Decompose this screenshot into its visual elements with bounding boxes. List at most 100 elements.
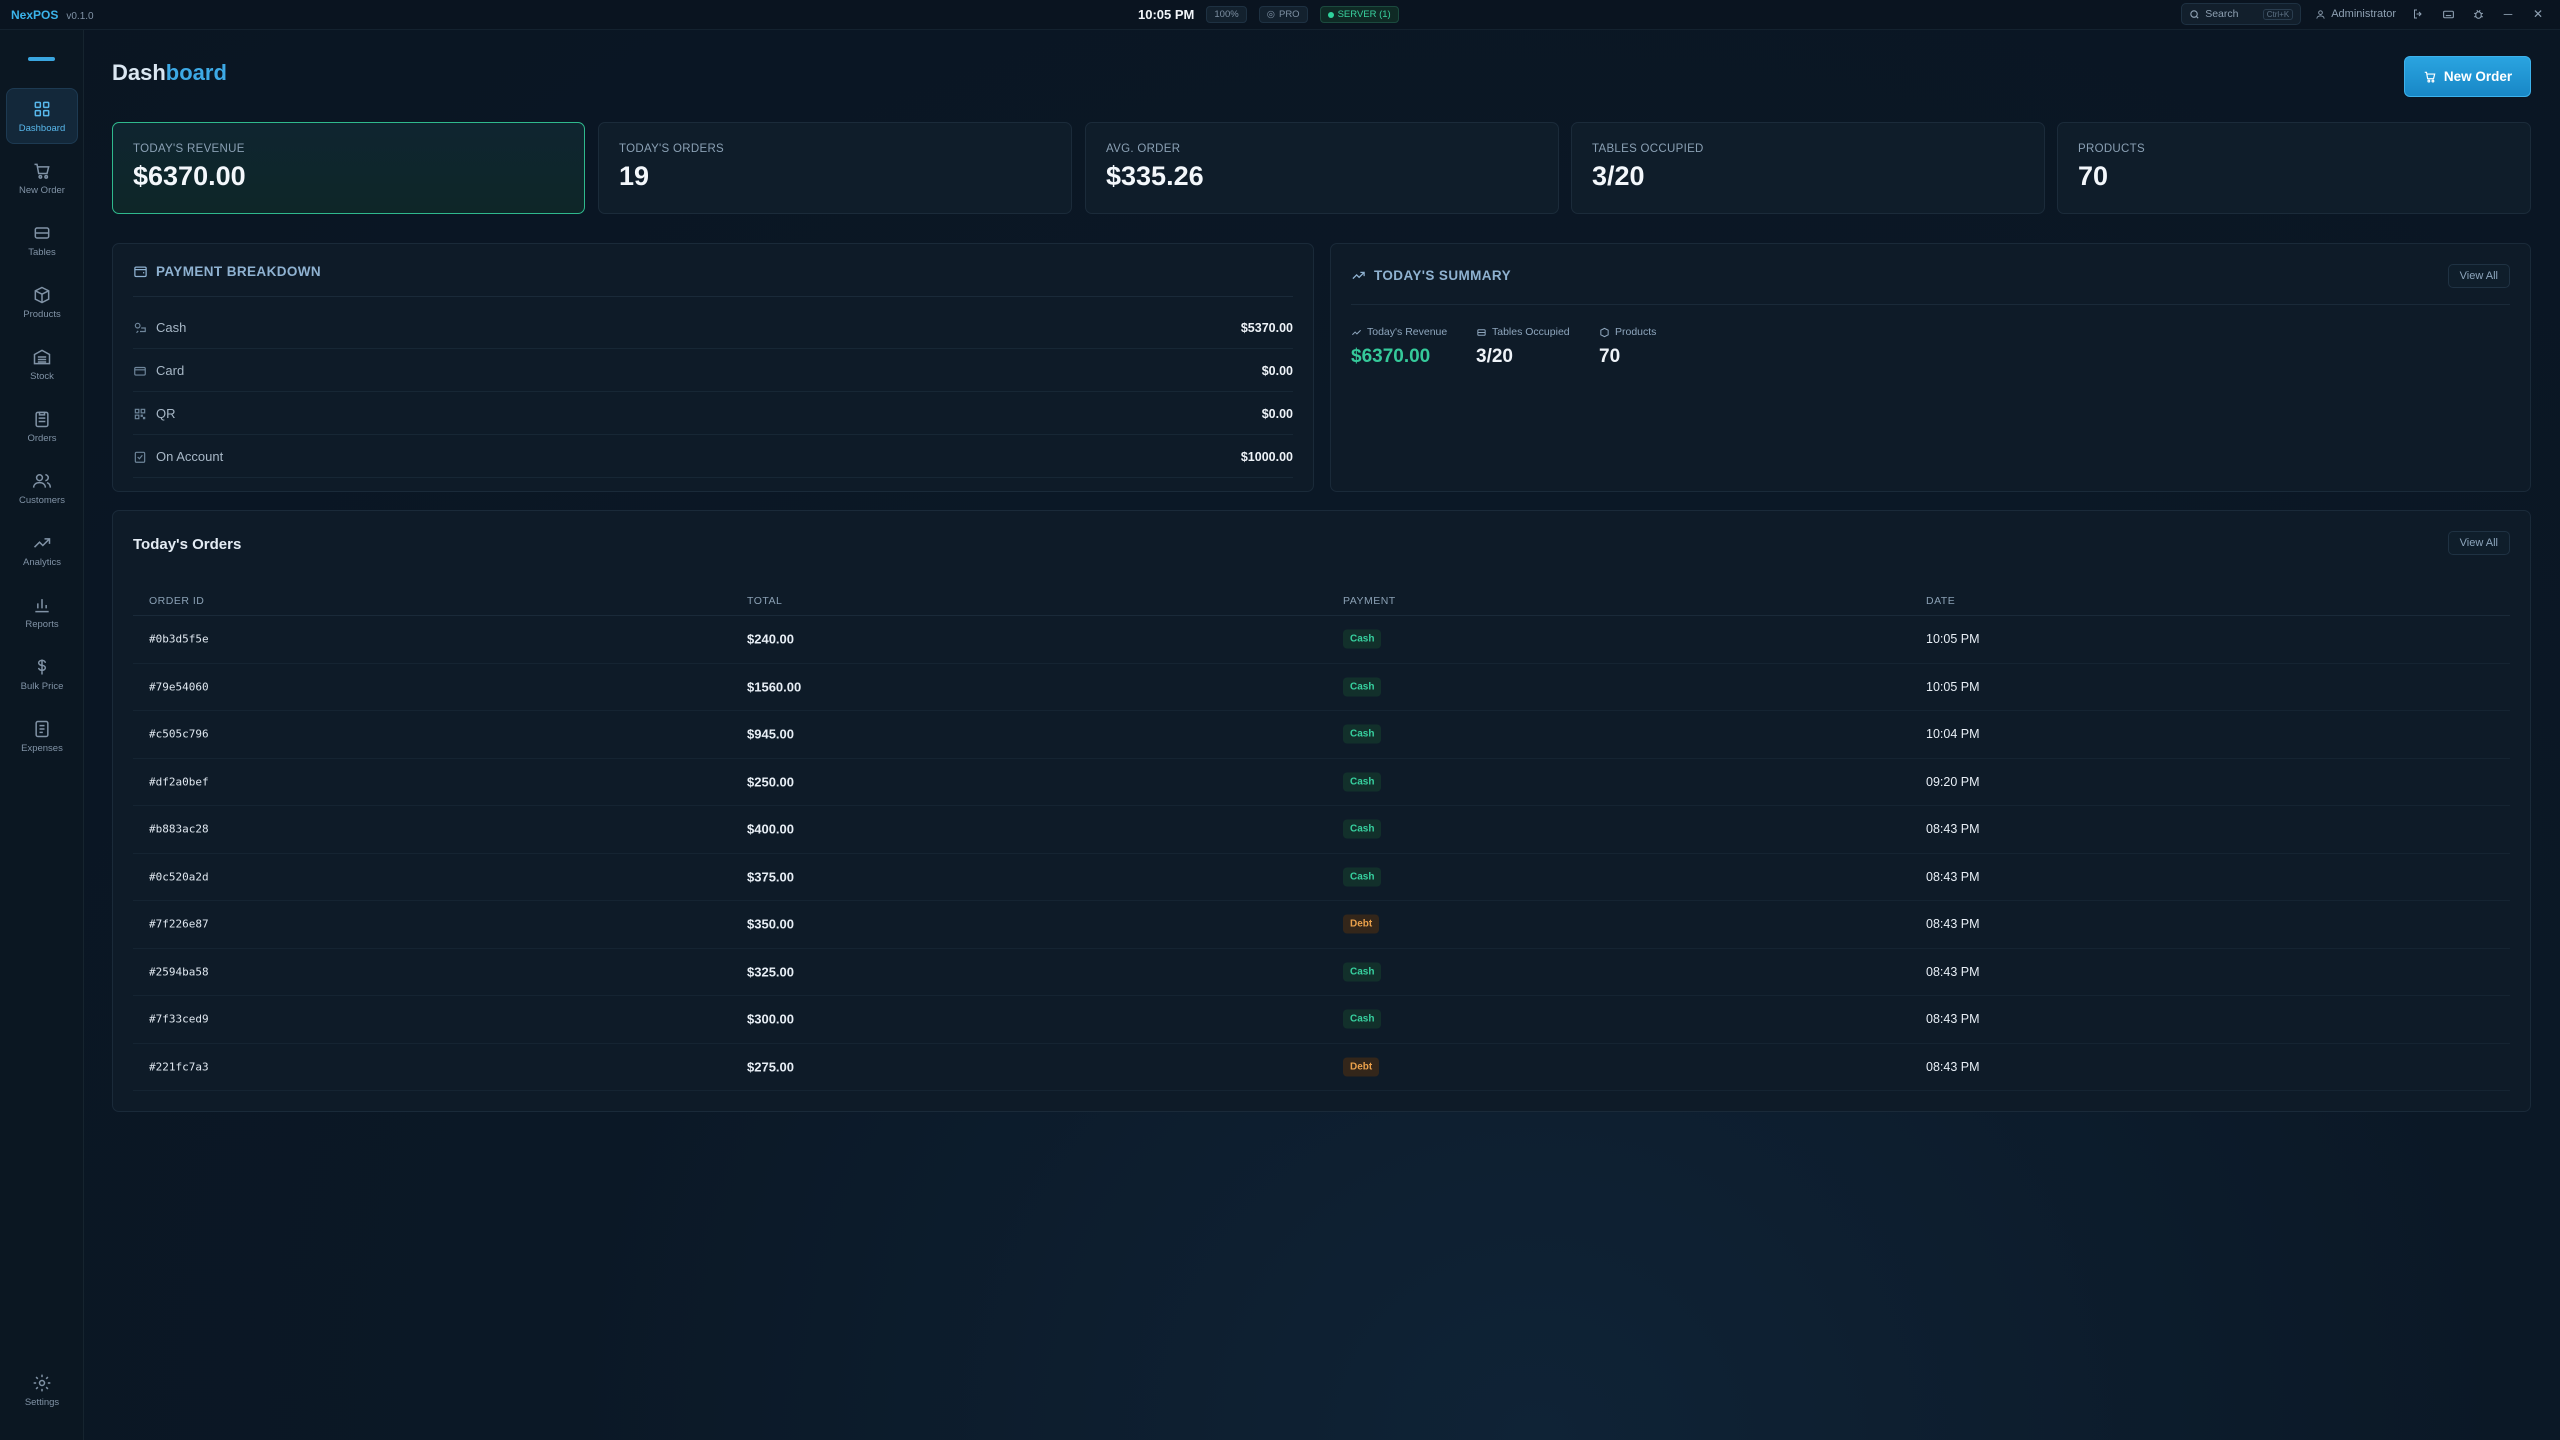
payment-amount: $0.00 (1261, 406, 1293, 421)
order-id[interactable]: #7f226e87 (149, 918, 209, 931)
user-icon (2316, 9, 2325, 19)
payment-row-on-account: On Account $1000.00 (133, 436, 1293, 478)
summary-tables: Tables Occupied 3/20 (1476, 326, 1570, 368)
gear-icon (33, 1374, 51, 1391)
sidebar-item-dashboard[interactable]: Dashboard (6, 88, 78, 144)
sidebar-item-tables[interactable]: Tables (6, 212, 78, 268)
search-input[interactable]: Search Ctrl+K (2181, 3, 2302, 25)
order-id[interactable]: #2594ba58 (149, 965, 209, 978)
sidebar-item-new-order[interactable]: New Order (6, 150, 78, 206)
order-id[interactable]: #79e54060 (149, 680, 209, 693)
sidebar-item-customers[interactable]: Customers (6, 460, 78, 516)
warehouse-icon (33, 348, 51, 364)
summary-products: Products 70 (1599, 326, 1656, 368)
payment-cell: Cash (1343, 772, 1382, 792)
zoom-badge[interactable]: 100% (1206, 6, 1247, 23)
sidebar-item-bulk-price[interactable]: Bulk Price (6, 646, 78, 702)
stat-card-avg-order[interactable]: AVG. ORDER $335.26 (1085, 122, 1559, 214)
payment-cell: Cash (1343, 819, 1382, 839)
payment-badge: Cash (1343, 629, 1382, 649)
sidebar-item-reports[interactable]: Reports (6, 584, 78, 640)
sidebar-item-label: Stock (30, 370, 54, 382)
status-cluster: 10:05 PM 100% ◎ PRO SERVER (1) (1138, 6, 1399, 23)
stat-label: AVG. ORDER (1106, 143, 1181, 155)
payment-badge: Cash (1343, 677, 1382, 697)
stat-card-tables[interactable]: TABLES OCCUPIED 3/20 (1571, 122, 2045, 214)
page-title-highlight: board (165, 60, 227, 85)
table-row[interactable]: #0b3d5f5e $240.00 Cash 10:05 PM (133, 616, 2510, 664)
search-icon (2190, 9, 2199, 19)
order-id[interactable]: #7f33ced9 (149, 1013, 209, 1026)
table-row[interactable]: #7f33ced9 $300.00 Cash 08:43 PM (133, 996, 2510, 1044)
order-id[interactable]: #b883ac28 (149, 823, 209, 836)
view-all-button[interactable]: View All (2447, 531, 2510, 555)
cart-icon (2424, 71, 2436, 83)
sidebar-item-settings[interactable]: Settings (6, 1362, 78, 1418)
summary-revenue: Today's Revenue $6370.00 (1351, 326, 1447, 368)
summary-value: 3/20 (1476, 346, 1513, 367)
table-row[interactable]: #df2a0bef $250.00 Cash 09:20 PM (133, 759, 2510, 806)
stat-value: 70 (2078, 161, 2109, 191)
order-id[interactable]: #0c520a2d (149, 870, 209, 883)
cash-icon (134, 322, 146, 333)
sidebar-item-analytics[interactable]: Analytics (6, 522, 78, 578)
close-icon[interactable]: ✕ (2530, 6, 2546, 22)
column-header[interactable]: TOTAL (747, 595, 782, 607)
plan-label: PRO (1278, 9, 1300, 20)
stat-label: TODAY'S ORDERS (619, 143, 725, 155)
receipt-icon (35, 720, 49, 737)
stat-value: 3/20 (1592, 161, 1645, 191)
stat-card-products[interactable]: PRODUCTS 70 (2057, 122, 2531, 214)
summary-label: Tables Occupied (1492, 326, 1570, 338)
table-row[interactable]: #0c520a2d $375.00 Cash 08:43 PM (133, 854, 2510, 901)
table-row[interactable]: #221fc7a3 $275.00 Debt 08:43 PM (133, 1044, 2510, 1091)
order-total: $400.00 (747, 821, 794, 837)
summary-label: Products (1615, 326, 1657, 338)
trend-icon (1352, 329, 1361, 335)
user-name: Administrator (2331, 8, 2396, 20)
stat-label: TABLES OCCUPIED (1592, 143, 1704, 155)
order-id[interactable]: #0b3d5f5e (149, 633, 209, 646)
stat-card-revenue[interactable]: TODAY'S REVENUE $6370.00 (112, 122, 585, 214)
column-header[interactable]: ORDER ID (149, 595, 204, 607)
sidebar-item-expenses[interactable]: Expenses (6, 708, 78, 764)
new-order-button[interactable]: New Order (2404, 56, 2531, 97)
order-date: 08:43 PM (1926, 1012, 1980, 1027)
table-row[interactable]: #79e54060 $1560.00 Cash 10:05 PM (133, 664, 2510, 711)
column-header[interactable]: DATE (1926, 595, 1955, 607)
sidebar-item-label: Customers (19, 494, 65, 506)
server-label: SERVER (1) (1337, 9, 1391, 20)
table-row[interactable]: #7f226e87 $350.00 Debt 08:43 PM (133, 901, 2510, 949)
panel-title: TODAY'S SUMMARY (1351, 268, 1511, 283)
user-menu[interactable]: Administrator (2315, 8, 2396, 20)
order-total: $275.00 (747, 1059, 794, 1075)
sidebar-item-products[interactable]: Products (6, 274, 78, 330)
table-row[interactable]: #c505c796 $945.00 Cash 10:04 PM (133, 711, 2510, 759)
sidebar-handle (28, 57, 55, 61)
page-title-start: Dash (112, 60, 166, 85)
order-id[interactable]: #c505c796 (149, 728, 209, 741)
column-header[interactable]: PAYMENT (1343, 595, 1396, 607)
sidebar-item-orders[interactable]: Orders (6, 398, 78, 454)
sidebar-item-stock[interactable]: Stock (6, 336, 78, 392)
view-all-button[interactable]: View All (2447, 264, 2510, 288)
payment-cell: Cash (1343, 724, 1382, 744)
divider (1351, 304, 2510, 305)
divider (133, 296, 1293, 297)
keyboard-icon[interactable] (2440, 6, 2456, 22)
box-icon (1600, 327, 1609, 337)
minimize-icon[interactable]: ─ (2500, 6, 2516, 22)
sidebar-item-label: Products (23, 308, 61, 320)
order-id[interactable]: #df2a0bef (149, 775, 209, 788)
status-dot-icon (1327, 11, 1334, 18)
stat-card-orders[interactable]: TODAY'S ORDERS 19 (598, 122, 1072, 214)
window-controls: Search Ctrl+K Administrator ─ ✕ (2181, 3, 2546, 25)
logout-icon[interactable] (2410, 6, 2426, 22)
table-icon (1477, 328, 1486, 336)
page-title: Dashboard (112, 60, 227, 86)
table-row[interactable]: #b883ac28 $400.00 Cash 08:43 PM (133, 806, 2510, 854)
table-row[interactable]: #2594ba58 $325.00 Cash 08:43 PM (133, 949, 2510, 996)
debug-icon[interactable] (2470, 6, 2486, 22)
order-id[interactable]: #221fc7a3 (149, 1060, 209, 1073)
payment-label: QR (156, 406, 176, 421)
